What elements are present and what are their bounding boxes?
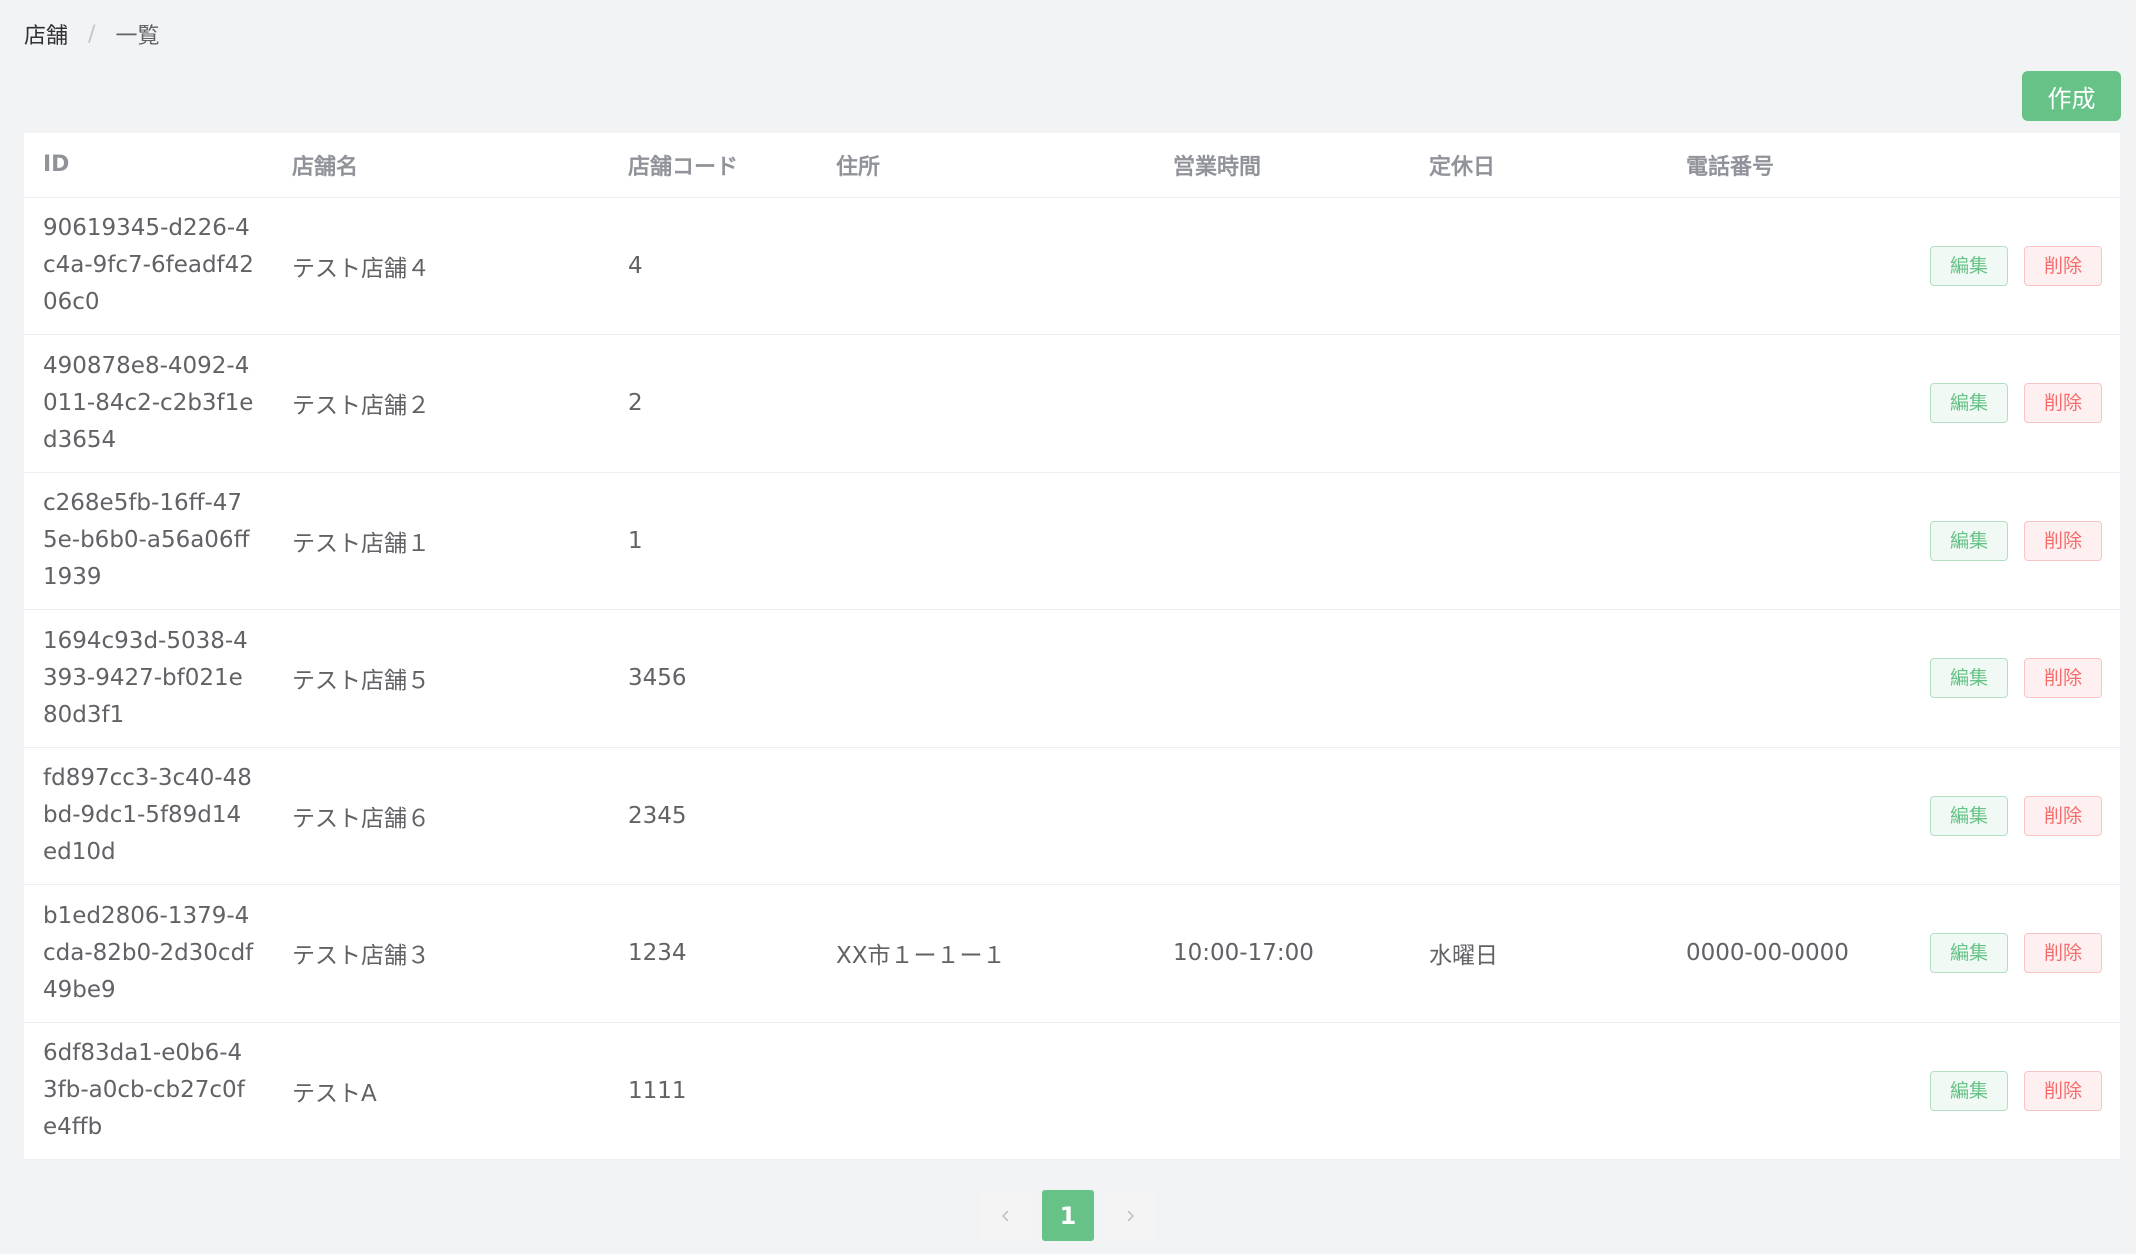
cell-name: テスト店舗２ bbox=[273, 334, 609, 473]
column-header-hours: 営業時間 bbox=[1154, 133, 1410, 198]
cell-hours bbox=[1154, 1022, 1410, 1160]
cell-phone bbox=[1667, 197, 1904, 335]
cell-actions: 編集 削除 bbox=[1904, 334, 2120, 473]
cell-holiday: 水曜日 bbox=[1410, 884, 1667, 1023]
table-row: b1ed2806-1379-4cda-82b0-2d30cdf49be9 テスト… bbox=[24, 884, 2120, 1023]
cell-phone bbox=[1667, 747, 1904, 885]
cell-phone bbox=[1667, 472, 1904, 610]
edit-button[interactable]: 編集 bbox=[1930, 520, 2008, 561]
cell-address bbox=[817, 472, 1154, 610]
cell-id: c268e5fb-16ff-475e-b6b0-a56a06ff1939 bbox=[24, 472, 273, 610]
cell-actions: 編集 削除 bbox=[1904, 1022, 2120, 1160]
create-button[interactable]: 作成 bbox=[2022, 71, 2121, 121]
edit-button[interactable]: 編集 bbox=[1930, 933, 2008, 974]
cell-id: 490878e8-4092-4011-84c2-c2b3f1ed3654 bbox=[24, 334, 273, 473]
table-row: 490878e8-4092-4011-84c2-c2b3f1ed3654 テスト… bbox=[24, 334, 2120, 473]
edit-button[interactable]: 編集 bbox=[1930, 1070, 2008, 1111]
cell-id: 1694c93d-5038-4393-9427-bf021e80d3f1 bbox=[24, 609, 273, 748]
column-header-phone: 電話番号 bbox=[1667, 133, 1904, 198]
table-row: 90619345-d226-4c4a-9fc7-6feadf4206c0 テスト… bbox=[24, 197, 2120, 335]
cell-code: 1111 bbox=[609, 1022, 817, 1160]
cell-address: XX市１ー１ー１ bbox=[817, 884, 1154, 1023]
cell-actions: 編集 削除 bbox=[1904, 472, 2120, 610]
cell-name: テストA bbox=[273, 1022, 609, 1160]
cell-id: 90619345-d226-4c4a-9fc7-6feadf4206c0 bbox=[24, 197, 273, 335]
table-row: 1694c93d-5038-4393-9427-bf021e80d3f1 テスト… bbox=[24, 609, 2120, 748]
edit-button[interactable]: 編集 bbox=[1930, 245, 2008, 286]
cell-id: fd897cc3-3c40-48bd-9dc1-5f89d14ed10d bbox=[24, 747, 273, 885]
pagination: 1 bbox=[0, 1190, 2136, 1241]
delete-button[interactable]: 削除 bbox=[2024, 1070, 2102, 1111]
delete-button[interactable]: 削除 bbox=[2024, 658, 2102, 699]
cell-name: テスト店舗５ bbox=[273, 609, 609, 748]
page-button-current[interactable]: 1 bbox=[1042, 1190, 1094, 1241]
column-header-name: 店舗名 bbox=[273, 133, 609, 198]
table-row: 6df83da1-e0b6-43fb-a0cb-cb27c0fe4ffb テスト… bbox=[24, 1022, 2120, 1160]
page: 店舗 / 一覧 作成 ID 店舗名 店舗コード 住所 営業時間 定休日 電話番号 bbox=[0, 0, 2136, 1254]
next-page-button[interactable] bbox=[1104, 1190, 1156, 1241]
cell-holiday bbox=[1410, 747, 1667, 885]
table-row: c268e5fb-16ff-475e-b6b0-a56a06ff1939 テスト… bbox=[24, 472, 2120, 610]
prev-page-button[interactable] bbox=[980, 1190, 1032, 1241]
cell-hours bbox=[1154, 747, 1410, 885]
cell-phone bbox=[1667, 609, 1904, 748]
cell-id: b1ed2806-1379-4cda-82b0-2d30cdf49be9 bbox=[24, 884, 273, 1023]
cell-hours: 10:00-17:00 bbox=[1154, 884, 1410, 1023]
column-header-address: 住所 bbox=[817, 133, 1154, 198]
delete-button[interactable]: 削除 bbox=[2024, 933, 2102, 974]
cell-code: 3456 bbox=[609, 609, 817, 748]
cell-code: 2345 bbox=[609, 747, 817, 885]
cell-name: テスト店舗１ bbox=[273, 472, 609, 610]
cell-holiday bbox=[1410, 334, 1667, 473]
column-header-code: 店舗コード bbox=[609, 133, 817, 198]
cell-code: 4 bbox=[609, 197, 817, 335]
column-header-actions bbox=[1904, 133, 2120, 198]
cell-name: テスト店舗６ bbox=[273, 747, 609, 885]
chevron-left-icon bbox=[1001, 1209, 1009, 1222]
cell-address bbox=[817, 334, 1154, 473]
cell-actions: 編集 削除 bbox=[1904, 609, 2120, 748]
cell-name: テスト店舗４ bbox=[273, 197, 609, 335]
cell-address bbox=[817, 197, 1154, 335]
column-header-id: ID bbox=[24, 133, 273, 198]
table-row: fd897cc3-3c40-48bd-9dc1-5f89d14ed10d テスト… bbox=[24, 747, 2120, 885]
cell-phone: 0000-00-0000 bbox=[1667, 884, 1904, 1023]
cell-hours bbox=[1154, 472, 1410, 610]
cell-id: 6df83da1-e0b6-43fb-a0cb-cb27c0fe4ffb bbox=[24, 1022, 273, 1160]
cell-holiday bbox=[1410, 197, 1667, 335]
cell-code: 1 bbox=[609, 472, 817, 610]
cell-hours bbox=[1154, 334, 1410, 473]
edit-button[interactable]: 編集 bbox=[1930, 383, 2008, 424]
cell-phone bbox=[1667, 334, 1904, 473]
delete-button[interactable]: 削除 bbox=[2024, 383, 2102, 424]
cell-hours bbox=[1154, 609, 1410, 748]
cell-address bbox=[817, 1022, 1154, 1160]
cell-code: 1234 bbox=[609, 884, 817, 1023]
delete-button[interactable]: 削除 bbox=[2024, 245, 2102, 286]
cell-address bbox=[817, 609, 1154, 748]
chevron-right-icon bbox=[1127, 1209, 1135, 1222]
breadcrumb-separator: / bbox=[88, 21, 96, 47]
cell-code: 2 bbox=[609, 334, 817, 473]
column-header-holiday: 定休日 bbox=[1410, 133, 1667, 198]
table-header-row: ID 店舗名 店舗コード 住所 営業時間 定休日 電話番号 bbox=[24, 133, 2120, 198]
cell-hours bbox=[1154, 197, 1410, 335]
edit-button[interactable]: 編集 bbox=[1930, 658, 2008, 699]
store-table: ID 店舗名 店舗コード 住所 営業時間 定休日 電話番号 90619345-d… bbox=[24, 133, 2120, 1160]
cell-actions: 編集 削除 bbox=[1904, 884, 2120, 1023]
cell-phone bbox=[1667, 1022, 1904, 1160]
cell-holiday bbox=[1410, 472, 1667, 610]
cell-holiday bbox=[1410, 609, 1667, 748]
breadcrumb: 店舗 / 一覧 bbox=[24, 18, 159, 50]
cell-actions: 編集 削除 bbox=[1904, 197, 2120, 335]
delete-button[interactable]: 削除 bbox=[2024, 520, 2102, 561]
breadcrumb-item-list: 一覧 bbox=[115, 24, 160, 49]
cell-address bbox=[817, 747, 1154, 885]
breadcrumb-item-stores[interactable]: 店舗 bbox=[24, 18, 68, 50]
cell-actions: 編集 削除 bbox=[1904, 747, 2120, 885]
cell-holiday bbox=[1410, 1022, 1667, 1160]
cell-name: テスト店舗３ bbox=[273, 884, 609, 1023]
edit-button[interactable]: 編集 bbox=[1930, 795, 2008, 836]
delete-button[interactable]: 削除 bbox=[2024, 795, 2102, 836]
